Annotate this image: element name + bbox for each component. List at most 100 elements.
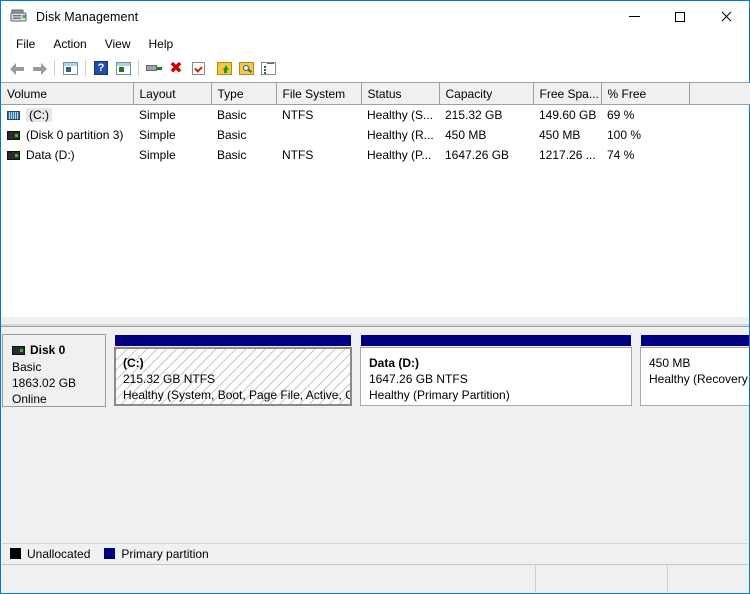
column-header-capacity[interactable]: Capacity xyxy=(439,83,534,105)
disk-management-window: Disk Management File Action View Help ? xyxy=(0,0,750,594)
volume-plain-icon xyxy=(7,130,20,140)
cell-blank xyxy=(689,105,750,126)
disk-info-panel[interactable]: Disk 0 Basic 1863.02 GB Online xyxy=(2,334,106,407)
volume-name: (Disk 0 partition 3) xyxy=(26,128,124,142)
disk-name: Disk 0 xyxy=(30,343,66,357)
cell-free-space: 450 MB xyxy=(539,128,581,142)
cell-free-space: 149.60 GB xyxy=(539,108,597,122)
cell-file-system: NTFS xyxy=(282,148,314,162)
cell-layout: Simple xyxy=(139,128,176,142)
toolbar-separator xyxy=(54,60,55,76)
back-button[interactable] xyxy=(6,57,28,79)
show-hide-action-pane-icon xyxy=(115,61,131,75)
column-header-status[interactable]: Status xyxy=(361,83,440,105)
column-header-volume[interactable]: Volume xyxy=(1,83,134,105)
partition-name: (C:) xyxy=(123,356,144,370)
column-header-file-system[interactable]: File System xyxy=(276,83,362,105)
partition-recovery[interactable]: 450 MB Healthy (Recovery P xyxy=(640,334,749,407)
maximize-button[interactable] xyxy=(657,1,703,32)
partition-body: (C:) 215.32 GB NTFS Healthy (System, Boo… xyxy=(114,347,352,406)
folder-search-icon xyxy=(238,61,254,75)
partition-strip: (C:) 215.32 GB NTFS Healthy (System, Boo… xyxy=(106,334,749,407)
volume-table-header-row: Volume Layout Type File System Status Ca… xyxy=(1,83,750,105)
column-header-percent-free[interactable]: % Free xyxy=(601,83,690,105)
cell-layout: Simple xyxy=(139,108,176,122)
cell-type: Basic xyxy=(217,128,247,142)
legend: Unallocated Primary partition xyxy=(2,543,748,563)
column-header-layout[interactable]: Layout xyxy=(133,83,212,105)
cell-file-system xyxy=(276,125,361,145)
column-header-free-space[interactable]: Free Spa... xyxy=(533,83,602,105)
search-button[interactable] xyxy=(235,57,257,79)
partition-c[interactable]: (C:) 215.32 GB NTFS Healthy (System, Boo… xyxy=(114,334,352,407)
show-hide-action-pane-button[interactable] xyxy=(112,57,134,79)
partition-status: Healthy (System, Boot, Page File, Active… xyxy=(123,388,352,402)
partition-body: Data (D:) 1647.26 GB NTFS Healthy (Prima… xyxy=(360,347,632,406)
close-button[interactable] xyxy=(703,1,749,32)
disk-size: 1863.02 GB xyxy=(12,376,77,390)
cell-volume: (C:) xyxy=(1,105,133,126)
rescan-disks-icon xyxy=(146,62,162,74)
partition-bar xyxy=(114,334,352,347)
properties-button[interactable] xyxy=(187,57,209,79)
volume-name: (C:) xyxy=(26,108,52,122)
title-bar: Disk Management xyxy=(1,1,749,32)
up-one-level-button[interactable] xyxy=(213,57,235,79)
column-header-type[interactable]: Type xyxy=(211,83,277,105)
table-row[interactable]: (Disk 0 partition 3) Simple Basic Health… xyxy=(1,125,750,145)
unallocated-swatch-icon xyxy=(10,548,21,559)
status-pane-1 xyxy=(2,565,536,592)
volume-plain-icon xyxy=(7,150,20,160)
volume-name: Data (D:) xyxy=(26,148,75,162)
cell-percent-free: 74 % xyxy=(607,148,635,162)
cell-layout: Simple xyxy=(139,148,176,162)
help-icon: ? xyxy=(94,61,108,75)
list-view-icon xyxy=(260,61,276,75)
back-icon xyxy=(9,62,25,75)
legend-item-primary-partition: Primary partition xyxy=(104,547,209,561)
window-title: Disk Management xyxy=(36,9,139,24)
disk-row-0: Disk 0 Basic 1863.02 GB Online (C:) 215.… xyxy=(2,334,749,407)
caption-buttons xyxy=(611,1,749,32)
cell-file-system: NTFS xyxy=(282,108,314,122)
cell-percent-free: 100 % xyxy=(607,128,642,142)
cell-blank xyxy=(689,145,750,165)
disk-state: Online xyxy=(12,392,47,406)
status-pane-2 xyxy=(536,565,668,592)
list-view-button[interactable] xyxy=(257,57,279,79)
folder-up-icon xyxy=(216,61,232,75)
table-row[interactable]: Data (D:) Simple Basic NTFS Healthy (P..… xyxy=(1,145,750,165)
cell-type: Basic xyxy=(217,148,247,162)
toolbar-separator xyxy=(85,60,86,76)
delete-button[interactable]: ✖ xyxy=(165,57,187,79)
forward-icon xyxy=(32,62,47,75)
cell-blank xyxy=(689,125,750,145)
menu-item-file[interactable]: File xyxy=(7,34,44,54)
legend-item-unallocated: Unallocated xyxy=(10,547,90,561)
minimize-button[interactable] xyxy=(611,1,657,32)
disk-graphic-pane: Disk 0 Basic 1863.02 GB Online (C:) 215.… xyxy=(1,327,749,537)
partition-size-fs: 1647.26 GB NTFS xyxy=(369,372,468,386)
menu-item-help[interactable]: Help xyxy=(140,34,183,54)
rescan-disks-button[interactable] xyxy=(143,57,165,79)
menu-bar: File Action View Help xyxy=(1,32,749,55)
menu-item-action[interactable]: Action xyxy=(44,34,95,54)
help-button[interactable]: ? xyxy=(90,57,112,79)
forward-button[interactable] xyxy=(28,57,50,79)
disk-title: Disk 0 xyxy=(12,342,105,358)
delete-icon: ✖ xyxy=(169,58,183,77)
menu-item-view[interactable]: View xyxy=(96,34,140,54)
partition-status: Healthy (Primary Partition) xyxy=(369,388,510,402)
close-icon xyxy=(720,11,732,23)
cell-status: Healthy (S... xyxy=(367,108,434,122)
volume-table: Volume Layout Type File System Status Ca… xyxy=(1,83,750,165)
partition-size-fs: 215.32 GB NTFS xyxy=(123,372,216,386)
partition-status: Healthy (Recovery P xyxy=(649,372,749,386)
show-hide-console-tree-button[interactable] xyxy=(59,57,81,79)
partition-d[interactable]: Data (D:) 1647.26 GB NTFS Healthy (Prima… xyxy=(360,334,632,407)
pane-splitter[interactable] xyxy=(1,316,749,327)
maximize-icon xyxy=(675,11,685,22)
column-header-blank[interactable] xyxy=(689,83,750,105)
table-row[interactable]: (C:) Simple Basic NTFS Healthy (S... 215… xyxy=(1,105,750,126)
toolbar: ? ✖ xyxy=(1,55,749,82)
